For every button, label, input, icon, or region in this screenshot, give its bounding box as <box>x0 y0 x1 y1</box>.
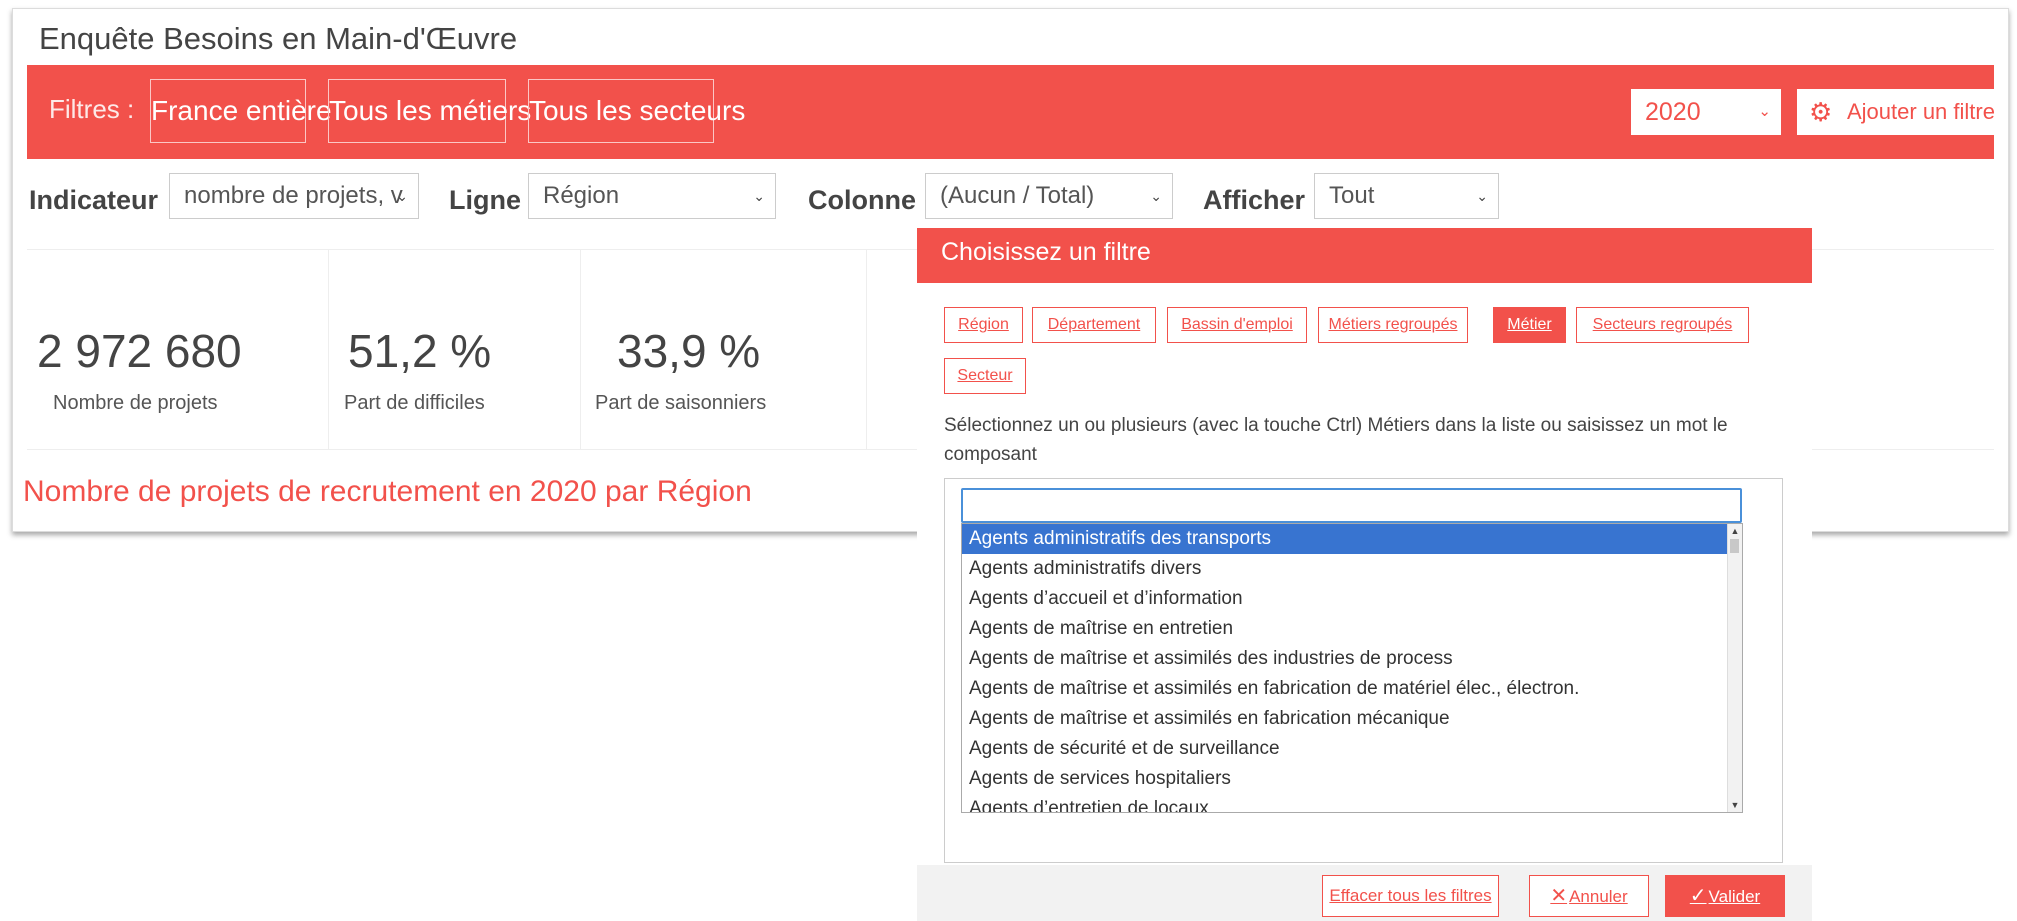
job-search-input[interactable] <box>961 488 1742 523</box>
add-filter-label: Ajouter un filtre <box>1847 99 1995 124</box>
display-select[interactable]: Tout ⌄ <box>1314 173 1499 219</box>
cancel-button[interactable]: ✕ Annuler <box>1529 875 1649 917</box>
chip-secteur[interactable]: Secteur <box>944 358 1026 394</box>
stat-separator <box>866 249 867 449</box>
list-item[interactable]: Agents d’accueil et d’information <box>962 584 1728 614</box>
modal-title: Choisissez un filtre <box>941 238 1151 266</box>
chevron-down-icon: ⌄ <box>753 188 765 204</box>
list-item[interactable]: Agents administratifs divers <box>962 554 1728 584</box>
row-select[interactable]: Région ⌄ <box>528 173 776 219</box>
chip-metiers-regroupes[interactable]: Métiers regroupés <box>1318 307 1468 343</box>
stat-projects-label: Nombre de projets <box>53 392 218 414</box>
display-value: Tout <box>1329 182 1375 209</box>
indicator-label: Indicateur <box>29 185 159 215</box>
indicator-select[interactable]: nombre de projets, v ⌄ <box>169 173 419 219</box>
chevron-down-icon: ⌄ <box>1758 103 1771 120</box>
filter-bar: Filtres : France entière Tous les métier… <box>27 65 2007 159</box>
filter-jobs-button[interactable]: Tous les métiers <box>328 79 531 143</box>
chip-metier[interactable]: Métier <box>1493 307 1566 343</box>
chip-secteurs-regroupes[interactable]: Secteurs regroupés <box>1576 307 1749 343</box>
chip-bassin-emploi[interactable]: Bassin d'emploi <box>1167 307 1307 343</box>
stat-projects-value: 2 972 680 <box>37 325 242 377</box>
scrollbar-thumb[interactable] <box>1730 539 1739 553</box>
list-item[interactable]: Agents de services hospitaliers <box>962 764 1728 794</box>
filter-territory-button[interactable]: France entière <box>150 79 332 143</box>
app-title: Enquête Besoins en Main-d'Œuvre <box>39 21 518 56</box>
job-listbox[interactable]: Agents administratifs des transports Age… <box>961 523 1743 813</box>
display-label: Afficher <box>1203 185 1306 215</box>
check-icon: ✓ <box>1689 885 1707 907</box>
chip-departement[interactable]: Département <box>1032 307 1156 343</box>
stat-separator <box>580 249 581 449</box>
add-filter-button[interactable]: ⚙ Ajouter un filtre <box>1797 89 2007 135</box>
column-label: Colonne <box>808 185 916 215</box>
list-item[interactable]: Agents de maîtrise et assimilés en fabri… <box>962 674 1728 704</box>
stat-difficult-label: Part de difficiles <box>344 392 485 414</box>
job-picker: Agents administratifs des transports Age… <box>944 478 1783 863</box>
year-value: 2020 <box>1645 98 1701 126</box>
listbox-scrollbar[interactable]: ▲ ▼ <box>1727 524 1742 812</box>
chevron-down-icon: ⌄ <box>396 188 408 204</box>
chevron-down-icon: ⌄ <box>1476 188 1488 204</box>
list-item[interactable]: Agents administratifs des transports <box>962 524 1728 554</box>
filter-sectors-button[interactable]: Tous les secteurs <box>528 79 745 143</box>
validate-button[interactable]: ✓ Valider <box>1665 875 1785 917</box>
scroll-down-icon[interactable]: ▼ <box>1728 798 1742 812</box>
row-value: Région <box>543 182 620 209</box>
chip-region[interactable]: Région <box>944 307 1023 343</box>
clear-filters-button[interactable]: Effacer tous les filtres <box>1322 875 1499 917</box>
filter-modal: Choisissez un filtre Région Département … <box>917 228 1812 921</box>
column-value: (Aucun / Total) <box>940 182 1095 209</box>
stat-difficult-value: 51,2 % <box>348 325 492 377</box>
modal-footer: Effacer tous les filtres ✕ Annuler ✓ Valid… <box>917 865 1812 921</box>
list-item[interactable]: Agents de maîtrise en entretien <box>962 614 1728 644</box>
close-icon: ✕ <box>1550 885 1568 907</box>
scroll-up-icon[interactable]: ▲ <box>1728 524 1742 538</box>
list-item[interactable]: Agents de maîtrise et assimilés des indu… <box>962 644 1728 674</box>
stat-seasonal-value: 33,9 % <box>617 325 761 377</box>
stat-seasonal-label: Part de saisonniers <box>595 392 767 414</box>
chart-title: Nombre de projets de recrutement en 2020… <box>23 475 752 508</box>
validate-label: Valider <box>1708 887 1761 906</box>
list-item[interactable]: Agents de sécurité et de surveillance <box>962 734 1728 764</box>
modal-help-text: Sélectionnez un ou plusieurs (avec la to… <box>944 415 1728 465</box>
list-item[interactable]: Agents d’entretien de locaux <box>962 794 1728 812</box>
row-label: Ligne <box>449 185 521 215</box>
indicator-value: nombre de projets, v <box>184 182 403 209</box>
filters-label: Filtres : <box>49 94 135 124</box>
stat-separator <box>328 249 329 449</box>
list-item[interactable]: Agents de maîtrise et assimilés en fabri… <box>962 704 1728 734</box>
chevron-down-icon: ⌄ <box>1150 188 1162 204</box>
cancel-label: Annuler <box>1569 887 1628 906</box>
modal-header: Choisissez un filtre <box>917 228 1812 283</box>
year-select[interactable]: 2020 ⌄ <box>1631 89 1781 135</box>
gear-icon: ⚙ <box>1809 97 1833 127</box>
column-select[interactable]: (Aucun / Total) ⌄ <box>925 173 1173 219</box>
